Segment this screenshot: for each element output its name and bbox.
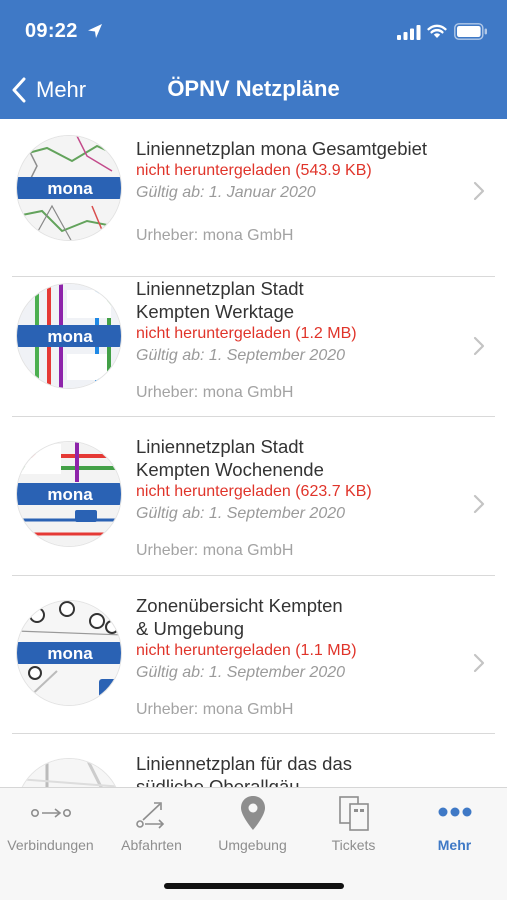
- mona-logo-text: mona: [47, 179, 93, 198]
- list-item-texts: Liniennetzplan Stadt Kempten Wochenende …: [136, 435, 456, 525]
- status-time: 09:22: [25, 20, 78, 42]
- wifi-icon: [427, 24, 447, 38]
- list-item-map[interactable]: mona Liniennetzplan mona Gesamtgebiet ni…: [0, 119, 507, 277]
- tickets-icon: [338, 796, 369, 831]
- chevron-right-icon: [473, 494, 485, 514]
- header: 09:22 Mehr ÖPNV Netzpläne: [0, 0, 507, 119]
- tab-umgebung[interactable]: Umgebung: [202, 788, 303, 858]
- home-indicator: [164, 883, 344, 889]
- mona-logo-text: mona: [47, 327, 93, 346]
- list-item-title-line: Liniennetzplan Stadt: [136, 436, 304, 457]
- tab-abfahrten[interactable]: Abfahrten: [101, 788, 202, 858]
- list-item-texts: Liniennetzplan Stadt Kempten Werktage ni…: [136, 277, 456, 367]
- list-item-texts: Liniennetzplan mona Gesamtgebiet nicht h…: [136, 137, 456, 204]
- valid-from: Gültig ab: 1. September 2020: [136, 347, 346, 364]
- list-item-title: Liniennetzplan mona Gesamtgebiet: [136, 138, 428, 159]
- departures-icon: [135, 802, 164, 829]
- list-item-title-line: Kempten Werktage: [136, 301, 295, 322]
- chevron-right-icon: [473, 336, 485, 356]
- tab-verbindungen[interactable]: Verbindungen: [0, 788, 101, 858]
- download-status: nicht heruntergeladen (1.1 MB): [136, 642, 357, 659]
- author-label: Urheber: mona GmbH: [136, 542, 294, 559]
- valid-from: Gültig ab: 1. Januar 2020: [136, 184, 316, 201]
- navigation-bar: Mehr ÖPNV Netzpläne: [0, 60, 507, 119]
- chevron-right-icon: [473, 181, 485, 201]
- list-item-title-line: Liniennetzplan Stadt: [136, 278, 304, 299]
- connections-icon: [30, 808, 71, 818]
- map-thumbnail: mona: [16, 135, 122, 241]
- map-thumbnail: [16, 758, 122, 787]
- author-label: Urheber: mona GmbH: [136, 701, 294, 718]
- chevron-right-icon: [473, 653, 485, 673]
- list-item-texts: Liniennetzplan für das das südliche Ober…: [136, 752, 456, 787]
- map-thumbnail: mona: [16, 600, 122, 706]
- list-item-title-line: Zonenübersicht Kempten: [136, 595, 343, 616]
- mona-logo-text: mona: [47, 485, 93, 504]
- tab-label: Verbindungen: [7, 837, 94, 853]
- cellular-signal-icon: [397, 25, 421, 40]
- tab-tickets[interactable]: Tickets: [303, 788, 404, 858]
- list-item-map[interactable]: mona Zonenübersicht Kempten & Umgebung n…: [0, 576, 507, 734]
- battery-icon: [454, 23, 487, 40]
- author-label: Urheber: mona GmbH: [136, 227, 294, 244]
- list-item-map[interactable]: Liniennetzplan für das das südliche Ober…: [0, 734, 507, 787]
- tab-label: Abfahrten: [121, 837, 182, 853]
- list-item-title-line: Kempten Wochenende: [136, 459, 324, 480]
- author-label: Urheber: mona GmbH: [136, 384, 294, 401]
- valid-from: Gültig ab: 1. September 2020: [136, 664, 346, 681]
- more-dots-icon: [438, 807, 471, 817]
- page-title: ÖPNV Netzpläne: [167, 76, 340, 101]
- list-item-map[interactable]: mona Liniennetzplan Stadt Kempten Wochen…: [0, 417, 507, 576]
- tab-label: Tickets: [331, 837, 376, 853]
- app-screen: 09:22 Mehr ÖPNV Netzpläne mona Liniennet…: [0, 0, 507, 900]
- download-status: nicht heruntergeladen (1.2 MB): [136, 325, 357, 342]
- tab-label: Mehr: [437, 837, 472, 853]
- list-item-title-line: & Umgebung: [136, 618, 244, 639]
- valid-from: Gültig ab: 1. September 2020: [136, 505, 346, 522]
- list-item-texts: Zonenübersicht Kempten & Umgebung nicht …: [136, 594, 456, 684]
- tab-mehr[interactable]: Mehr: [404, 788, 505, 858]
- map-thumbnail: mona: [16, 283, 122, 389]
- list-item-map[interactable]: mona Liniennetzplan Stadt Kempten Werkta…: [0, 259, 507, 417]
- map-thumbnail: mona: [16, 441, 122, 547]
- download-status: nicht heruntergeladen (623.7 KB): [136, 483, 372, 500]
- location-pin-icon: [240, 796, 265, 830]
- list-item-title-line: südliche Oberallgäu: [136, 776, 300, 787]
- tab-label: Umgebung: [218, 837, 287, 853]
- list-item-title-line: Liniennetzplan für das das: [136, 753, 352, 774]
- location-arrow-icon: [88, 24, 102, 38]
- status-bar: 09:22: [0, 0, 507, 60]
- network-maps-list: mona Liniennetzplan mona Gesamtgebiet ni…: [0, 119, 507, 787]
- download-status: nicht heruntergeladen (543.9 KB): [136, 162, 372, 179]
- mona-logo-text: mona: [47, 644, 93, 663]
